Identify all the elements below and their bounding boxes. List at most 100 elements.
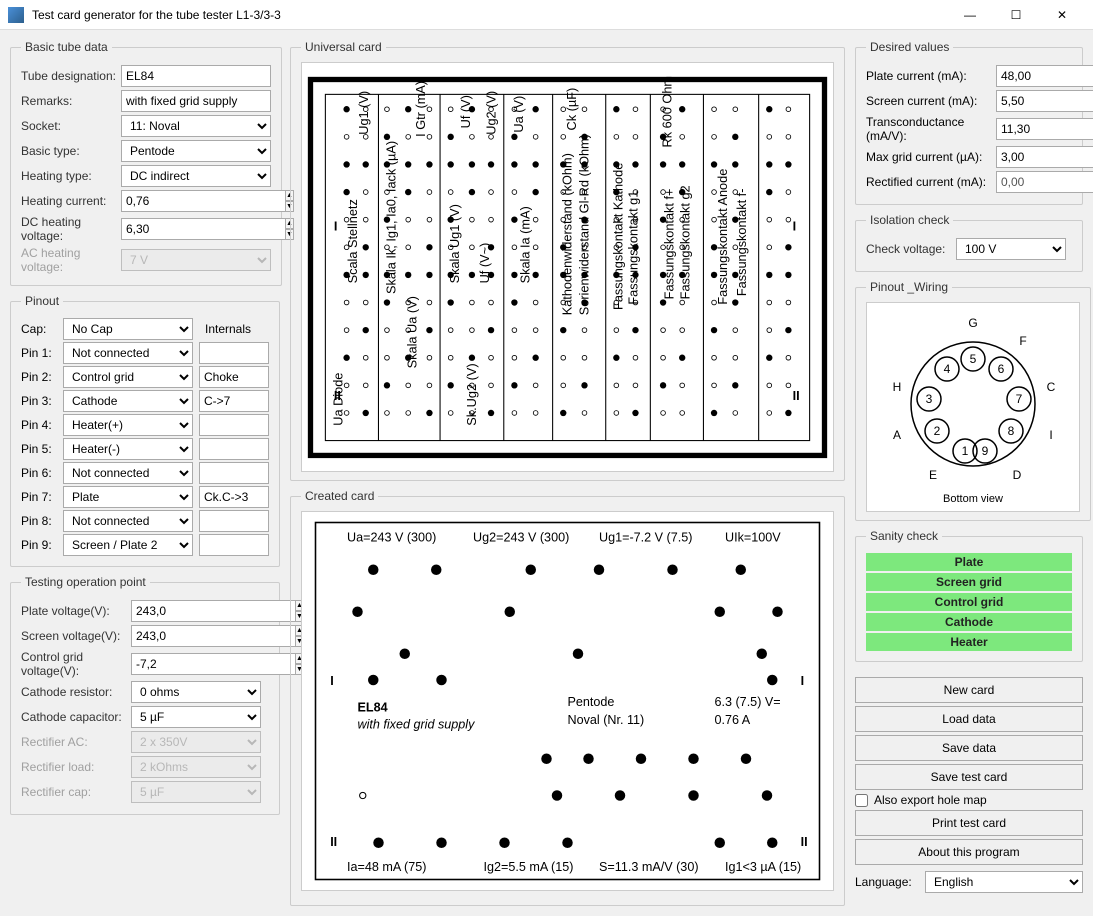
pin-9-internal-input[interactable] [199, 534, 269, 556]
svg-text:E: E [929, 468, 937, 482]
check-voltage-select[interactable]: 100 V [956, 238, 1066, 260]
maximize-button[interactable]: ☐ [993, 0, 1039, 30]
pin-6-select[interactable]: Not connected [63, 462, 193, 484]
svg-text:Uf (V): Uf (V) [458, 95, 473, 128]
svg-text:7: 7 [1016, 392, 1023, 406]
pin-9-select[interactable]: Screen / Plate 2 [63, 534, 193, 556]
max-grid-input[interactable] [996, 146, 1093, 168]
max-grid-label: Max grid current (µA): [866, 150, 996, 164]
pinout-legend: Pinout [21, 294, 63, 308]
desired-group: Desired values Plate current (mA):▲▼ Scr… [855, 40, 1083, 205]
bottom-view-label: Bottom view [943, 493, 1003, 505]
cathode-r-label: Cathode resistor: [21, 685, 131, 699]
heating-current-label: Heating current: [21, 194, 121, 208]
close-button[interactable]: ✕ [1039, 0, 1085, 30]
heating-type-select[interactable]: DC indirect [121, 165, 271, 187]
svg-text:Scala Stellnetz: Scala Stellnetz [345, 199, 360, 283]
about-button[interactable]: About this program [855, 839, 1083, 865]
pin-4-select[interactable]: Heater(+) [63, 414, 193, 436]
svg-text:Skala Ik, Ig1, Ia0, Iack (µA): Skala Ik, Ig1, Ia0, Iack (µA) [383, 140, 398, 293]
save-test-card-button[interactable]: Save test card [855, 764, 1083, 790]
svg-text:D: D [1013, 468, 1022, 482]
type-select[interactable]: Pentode [121, 140, 271, 162]
dc-heating-input[interactable] [121, 218, 285, 240]
designation-input[interactable] [121, 65, 271, 87]
svg-text:Ug1 (V): Ug1 (V) [356, 90, 371, 134]
svg-text:6: 6 [998, 362, 1005, 376]
rect-cap-select: 5 µF [131, 781, 261, 803]
cathode-c-select[interactable]: 5 µF [131, 706, 261, 728]
testing-group: Testing operation point Plate voltage(V)… [10, 575, 280, 815]
svg-text:8: 8 [1008, 424, 1015, 438]
svg-text:I: I [801, 674, 805, 688]
check-voltage-label: Check voltage: [866, 242, 956, 256]
svg-text:3: 3 [926, 392, 933, 406]
svg-text:Skala Ia (mA): Skala Ia (mA) [517, 206, 532, 283]
pin-3-internal-input[interactable] [199, 390, 269, 412]
s-text: S=11.3 mA/V (30) [599, 860, 699, 874]
pin-6-label: Pin 6: [21, 466, 63, 480]
pin-1-select[interactable]: Not connected [63, 342, 193, 364]
pin-5-label: Pin 5: [21, 442, 63, 456]
pin-7-label: Pin 7: [21, 490, 63, 504]
pin-8-internal-input[interactable] [199, 510, 269, 532]
svg-text:Fassungskontakt g1: Fassungskontakt g1 [626, 190, 641, 304]
rect-ac-select: 2 x 350V [131, 731, 261, 753]
svg-text:I: I [1049, 428, 1052, 442]
pin-7-select[interactable]: Plate [63, 486, 193, 508]
svg-text:1: 1 [962, 444, 969, 458]
socket-label: Socket: [21, 119, 121, 133]
load-data-button[interactable]: Load data [855, 706, 1083, 732]
pin-2-internal-input[interactable] [199, 366, 269, 388]
svg-text:II: II [330, 835, 337, 849]
plate-current-input[interactable] [996, 65, 1093, 87]
pin-3-label: Pin 3: [21, 394, 63, 408]
svg-text:Sk.Ug2 (V): Sk.Ug2 (V) [464, 363, 479, 425]
new-card-button[interactable]: New card [855, 677, 1083, 703]
export-hole-map-checkbox[interactable] [855, 794, 868, 807]
rect-ac-label: Rectifier AC: [21, 735, 131, 749]
cathode-c-label: Cathode capacitor: [21, 710, 131, 724]
remarks-input[interactable] [121, 90, 271, 112]
plate-current-label: Plate current (mA): [866, 69, 996, 83]
card-tube: EL84 [358, 701, 388, 715]
cap-select[interactable]: No Cap [63, 318, 193, 340]
sanity-legend: Sanity check [866, 529, 942, 543]
svg-text:Skala Ug1 (V): Skala Ug1 (V) [447, 204, 462, 283]
svg-text:Kathodenwiderstand (kOhm): Kathodenwiderstand (kOhm) [560, 153, 575, 315]
trans-input[interactable] [996, 118, 1093, 140]
save-data-button[interactable]: Save data [855, 735, 1083, 761]
language-select[interactable]: English [925, 871, 1083, 893]
language-label: Language: [855, 875, 925, 889]
minimize-button[interactable]: — [947, 0, 993, 30]
svg-text:I Gtr (mA): I Gtr (mA) [413, 80, 428, 136]
isolation-group: Isolation check Check voltage:100 V [855, 213, 1083, 272]
pin-5-internal-input[interactable] [199, 438, 269, 460]
socket-select[interactable]: 11: Noval [121, 115, 271, 137]
pin-4-internal-input[interactable] [199, 414, 269, 436]
plate-v-input[interactable] [131, 600, 295, 622]
screen-current-input[interactable] [996, 90, 1093, 112]
pin-7-internal-input[interactable] [199, 486, 269, 508]
universal-card-preview: I II I II Scala Stellnetz Skala Ik, Ig1,… [301, 62, 834, 472]
svg-text:I: I [793, 218, 797, 233]
pin-3-select[interactable]: Cathode [63, 390, 193, 412]
pin-5-select[interactable]: Heater(-) [63, 438, 193, 460]
heating-current-input[interactable] [121, 190, 285, 212]
print-test-card-button[interactable]: Print test card [855, 810, 1083, 836]
pin-1-label: Pin 1: [21, 346, 63, 360]
isolation-legend: Isolation check [866, 213, 953, 227]
pin-2-select[interactable]: Control grid [63, 366, 193, 388]
svg-text:F: F [1019, 334, 1026, 348]
universal-legend: Universal card [301, 40, 386, 54]
cathode-r-select[interactable]: 0 ohms [131, 681, 261, 703]
pin-1-internal-input[interactable] [199, 342, 269, 364]
dc-heating-label: DC heating voltage: [21, 215, 121, 243]
grid-v-input[interactable] [131, 653, 295, 675]
svg-text:Fassungskontakt Kathode: Fassungskontakt Kathode [611, 162, 626, 309]
pin-8-select[interactable]: Not connected [63, 510, 193, 532]
remarks-label: Remarks: [21, 94, 121, 108]
card-socket: Noval (Nr. 11) [568, 713, 645, 727]
screen-v-input[interactable] [131, 625, 295, 647]
pin-6-internal-input[interactable] [199, 462, 269, 484]
